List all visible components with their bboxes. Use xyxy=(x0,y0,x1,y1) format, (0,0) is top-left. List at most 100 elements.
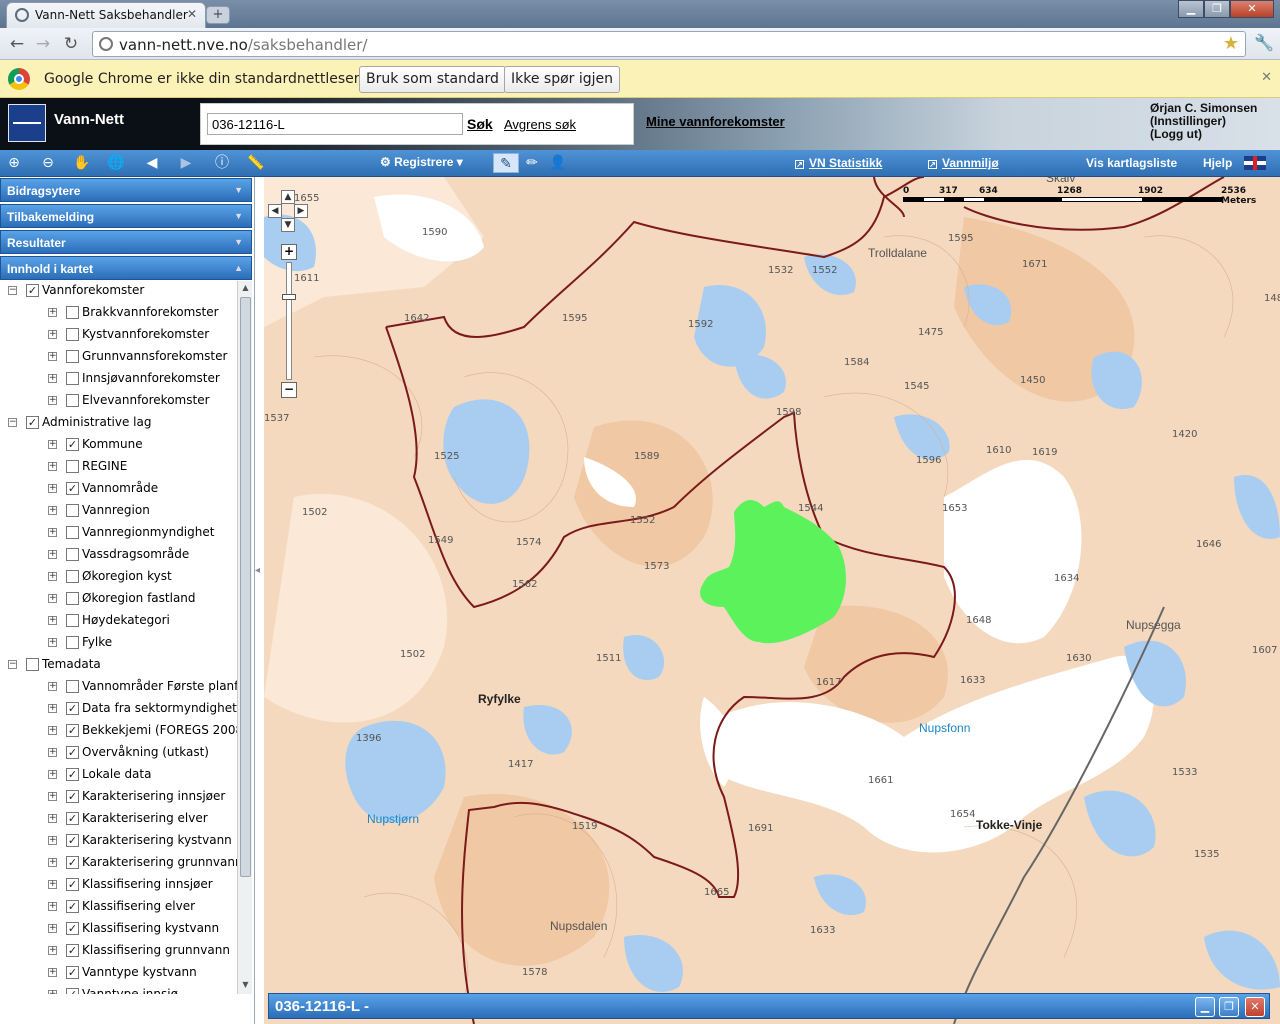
back-button[interactable]: ← xyxy=(6,33,28,55)
expand-icon[interactable]: + xyxy=(48,968,57,977)
expand-icon[interactable]: + xyxy=(48,682,57,691)
expand-icon[interactable]: + xyxy=(48,638,57,647)
layer-checkbox[interactable]: ✓ xyxy=(26,416,39,429)
panel-restore-button[interactable]: ❐ xyxy=(1219,997,1239,1017)
layer-checkbox[interactable]: ✓ xyxy=(66,482,79,495)
layer-checkbox[interactable]: ✓ xyxy=(66,834,79,847)
register-menu[interactable]: ⚙ Registrere ▾ xyxy=(380,155,463,169)
tab-close-icon[interactable]: ✕ xyxy=(187,7,197,21)
layer-checkbox[interactable] xyxy=(66,636,79,649)
map-zoom-in-button[interactable]: + xyxy=(281,244,297,260)
expand-icon[interactable]: + xyxy=(48,924,57,933)
expand-icon[interactable]: + xyxy=(48,462,57,471)
english-flag-icon[interactable] xyxy=(1244,156,1266,170)
expand-icon[interactable]: + xyxy=(48,902,57,911)
map-view[interactable]: 1655 1590 1611 1642 1595 1532 1552 1592 1595 1671… xyxy=(264,177,1280,1024)
expand-icon[interactable]: + xyxy=(48,330,57,339)
pan-down-icon[interactable]: ▼ xyxy=(281,218,295,232)
expand-icon[interactable]: + xyxy=(48,374,57,383)
layer-checkbox[interactable]: ✓ xyxy=(66,878,79,891)
expand-icon[interactable]: + xyxy=(48,836,57,845)
next-extent-icon[interactable]: ▶ xyxy=(176,153,196,173)
new-tab-button[interactable]: + xyxy=(206,6,230,24)
zoom-knob[interactable] xyxy=(282,294,296,300)
infobar-close-icon[interactable]: ✕ xyxy=(1261,70,1272,85)
layer-checkbox[interactable]: ✓ xyxy=(66,900,79,913)
expand-icon[interactable]: + xyxy=(48,440,57,449)
reload-button[interactable]: ↻ xyxy=(60,33,82,55)
expand-icon[interactable]: + xyxy=(48,352,57,361)
window-close-button[interactable]: ✕ xyxy=(1230,0,1274,18)
pan-hand-icon[interactable]: ✋ xyxy=(72,153,92,173)
panel-resize-handle[interactable]: ◂ xyxy=(255,565,263,585)
layer-checkbox[interactable] xyxy=(66,526,79,539)
layer-checkbox[interactable] xyxy=(66,372,79,385)
layer-checkbox[interactable] xyxy=(66,680,79,693)
scroll-down-icon[interactable]: ▼ xyxy=(240,980,251,992)
expand-icon[interactable]: + xyxy=(48,726,57,735)
vannmiljo-link[interactable]: ↗ Vannmiljø xyxy=(928,156,999,170)
layer-tree-scrollbar[interactable]: ▲ ▼ xyxy=(237,281,252,994)
layer-checkbox[interactable]: ✓ xyxy=(66,988,79,994)
expand-icon[interactable]: + xyxy=(48,616,57,625)
zoom-track[interactable] xyxy=(286,262,292,380)
panel-minimize-button[interactable]: ▁ xyxy=(1195,997,1215,1017)
layer-checkbox[interactable]: ✓ xyxy=(66,856,79,869)
expand-icon[interactable]: + xyxy=(48,880,57,889)
expand-icon[interactable]: + xyxy=(48,308,57,317)
refine-search-link[interactable]: Avgrens søk xyxy=(504,117,576,132)
layer-checkbox[interactable] xyxy=(66,328,79,341)
identify-icon[interactable]: ⓘ xyxy=(212,153,232,173)
expand-icon[interactable]: + xyxy=(48,704,57,713)
vn-statistics-link[interactable]: ↗ VN Statistikk xyxy=(795,156,882,170)
layer-checkbox[interactable]: ✓ xyxy=(66,966,79,979)
layer-checkbox[interactable]: ✓ xyxy=(26,284,39,297)
layer-checkbox[interactable] xyxy=(66,548,79,561)
layer-checkbox[interactable]: ✓ xyxy=(66,724,79,737)
layer-checkbox[interactable]: ✓ xyxy=(66,790,79,803)
zoom-in-icon[interactable]: ⊕ xyxy=(4,153,24,173)
browser-tab[interactable]: Vann-Nett Saksbehandler ✕ xyxy=(6,2,206,28)
help-link[interactable]: Hjelp xyxy=(1203,156,1232,170)
address-bar[interactable]: vann-nett.nve.no/saksbehandler/ ★ xyxy=(92,31,1246,57)
layer-checkbox[interactable] xyxy=(66,592,79,605)
layer-checkbox[interactable] xyxy=(66,504,79,517)
expand-icon[interactable]: + xyxy=(48,506,57,515)
layer-list-link[interactable]: Vis kartlagsliste xyxy=(1086,156,1177,170)
expand-icon[interactable]: + xyxy=(48,770,57,779)
pan-up-icon[interactable]: ▲ xyxy=(281,190,295,204)
layer-checkbox[interactable] xyxy=(66,460,79,473)
layer-checkbox[interactable]: ✓ xyxy=(66,944,79,957)
expand-icon[interactable]: + xyxy=(48,858,57,867)
search-button[interactable]: Søk xyxy=(467,116,493,132)
expand-icon[interactable]: + xyxy=(48,946,57,955)
accordion-map-content[interactable]: Innhold i kartet ▲ xyxy=(0,256,252,280)
layer-checkbox[interactable] xyxy=(66,614,79,627)
accordion-contributors[interactable]: Bidragsytere ▼ xyxy=(0,178,252,202)
layer-checkbox[interactable]: ✓ xyxy=(66,438,79,451)
expand-icon[interactable]: + xyxy=(48,814,57,823)
wrench-menu-icon[interactable]: 🔧 xyxy=(1254,33,1274,52)
collapse-icon[interactable]: − xyxy=(8,286,17,295)
panel-close-button[interactable]: ✕ xyxy=(1245,997,1265,1017)
dont-ask-button[interactable]: Ikke spør igjen xyxy=(504,66,621,93)
accordion-results[interactable]: Resultater ▼ xyxy=(0,230,252,254)
layer-checkbox[interactable]: ✓ xyxy=(66,702,79,715)
layer-checkbox[interactable] xyxy=(66,350,79,363)
collapse-icon[interactable]: − xyxy=(8,660,17,669)
expand-icon[interactable]: + xyxy=(48,748,57,757)
map-zoom-out-button[interactable]: − xyxy=(281,382,297,398)
logout-link[interactable]: (Logg ut) xyxy=(1150,128,1276,141)
expand-icon[interactable]: + xyxy=(48,572,57,581)
full-extent-icon[interactable]: 🌐 xyxy=(106,153,126,173)
pan-right-icon[interactable]: ▶ xyxy=(294,204,308,218)
zoom-out-icon[interactable]: ⊖ xyxy=(38,153,58,173)
maximize-button[interactable]: ❐ xyxy=(1204,0,1230,18)
expand-icon[interactable]: + xyxy=(48,550,57,559)
expand-icon[interactable]: + xyxy=(48,594,57,603)
layer-checkbox[interactable]: ✓ xyxy=(66,768,79,781)
layer-checkbox[interactable]: ✓ xyxy=(66,922,79,935)
expand-icon[interactable]: + xyxy=(48,792,57,801)
layer-checkbox[interactable] xyxy=(66,306,79,319)
layer-checkbox[interactable] xyxy=(66,394,79,407)
